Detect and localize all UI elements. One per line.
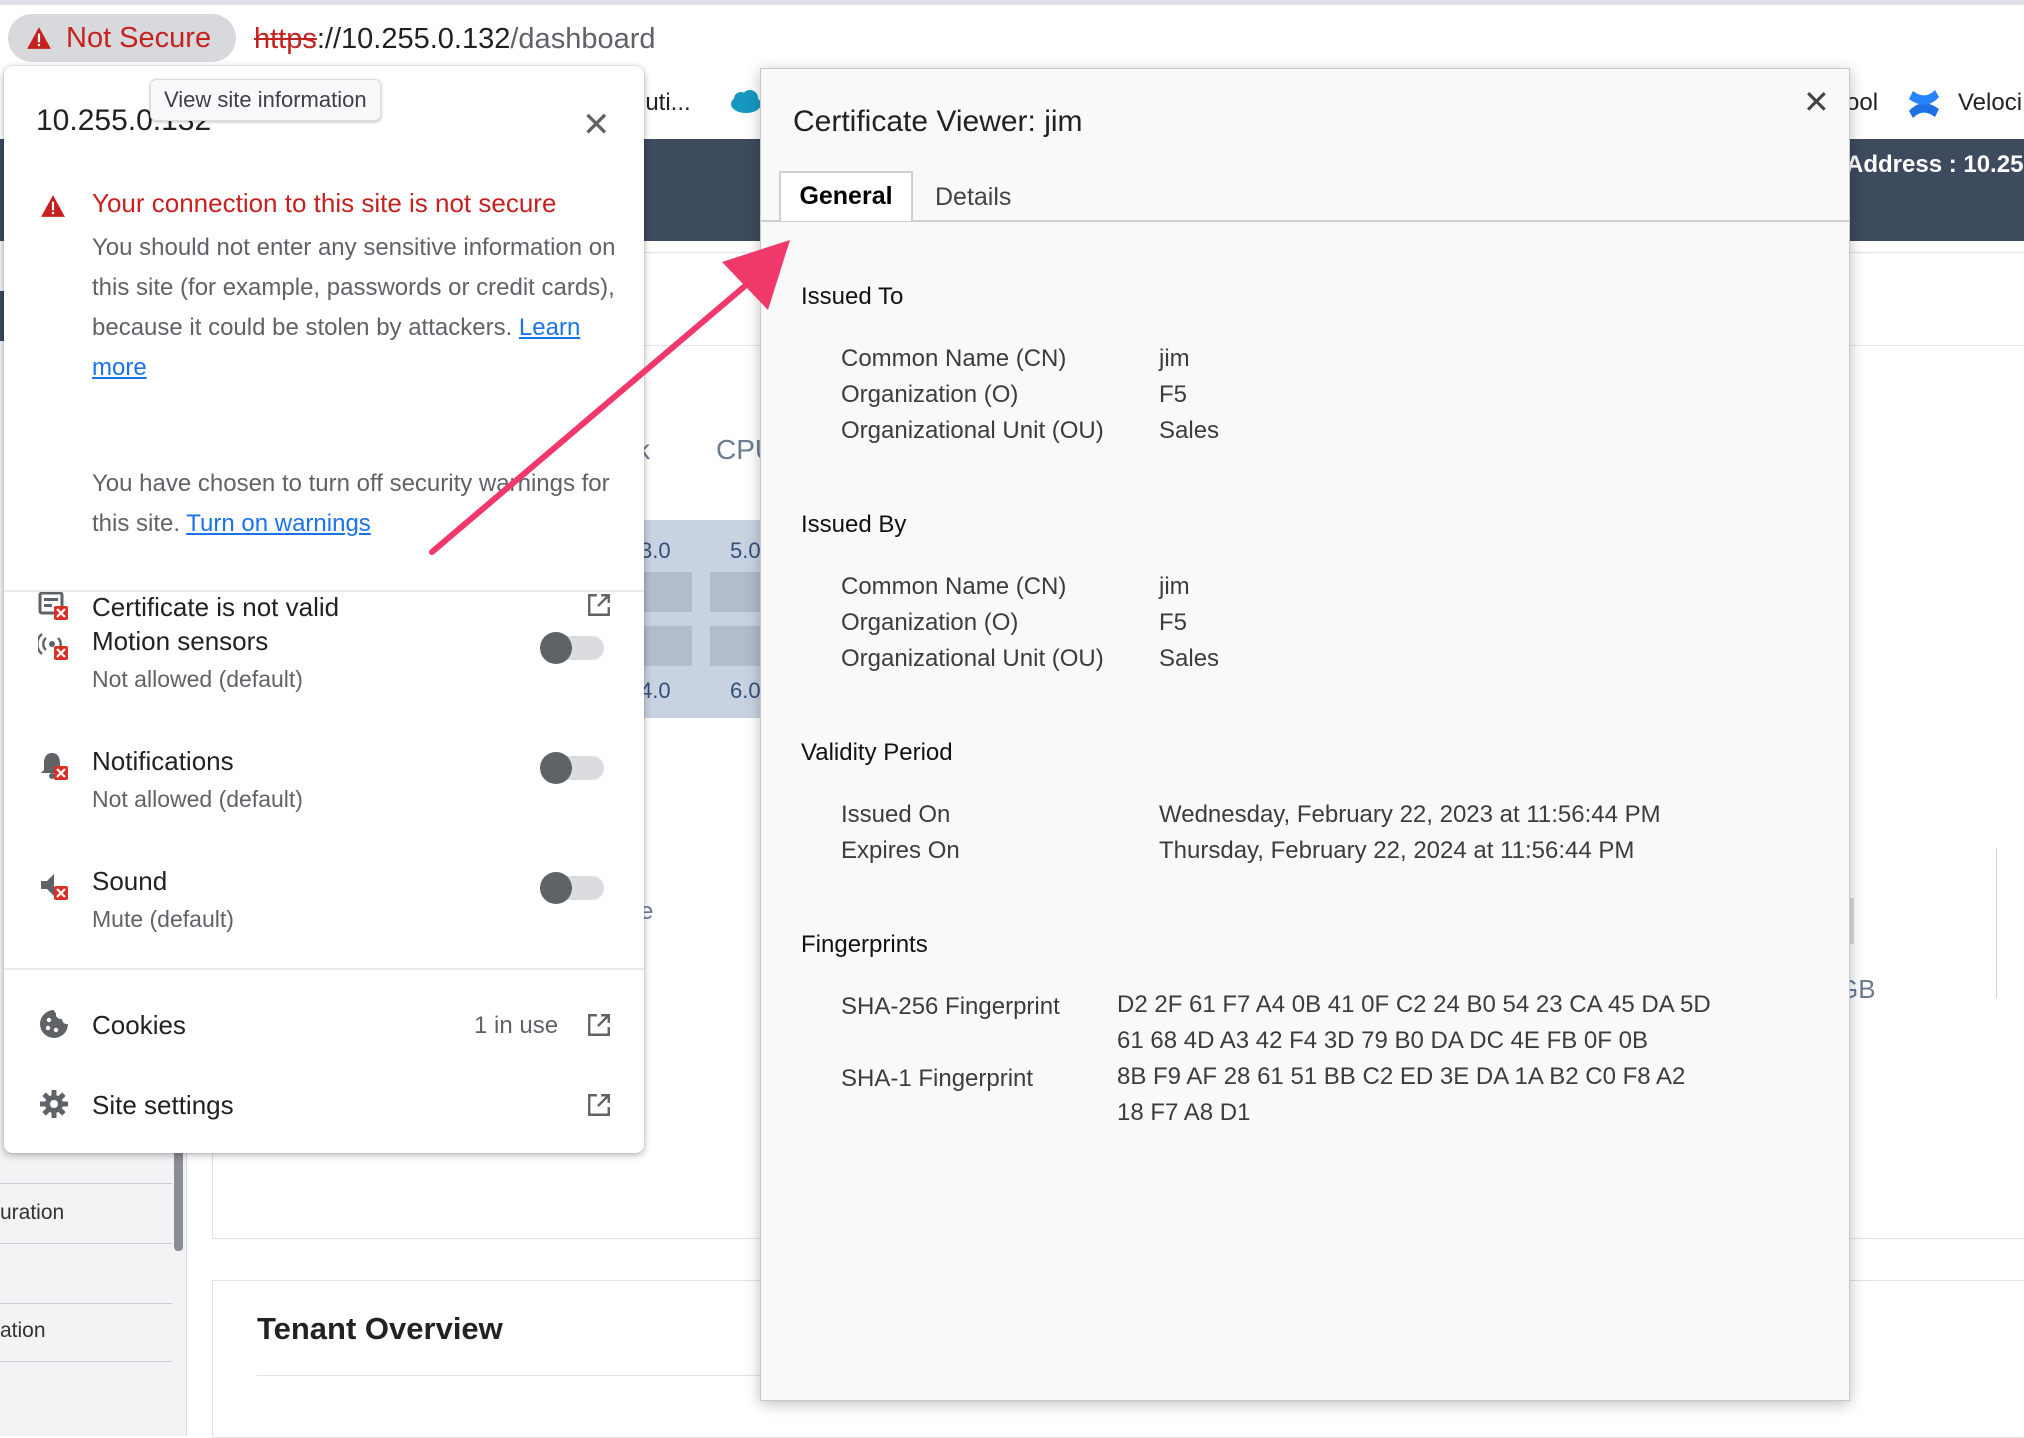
motion-sensors-toggle[interactable] — [540, 632, 604, 664]
heatmap-value: 4.0 — [640, 678, 671, 703]
field-key: Organization (O) — [841, 381, 1019, 408]
motion-sensors-label: Motion sensors — [92, 626, 269, 656]
field-key: Common Name (CN) — [841, 573, 1067, 600]
sound-muted-icon — [41, 874, 68, 900]
header-address: Address : 10.255 — [1846, 151, 2024, 178]
field-value: F5 — [1159, 609, 1188, 636]
field-value: jim — [1159, 345, 1190, 372]
confluence-icon[interactable] — [1906, 87, 1942, 121]
field-key: Expires On — [841, 837, 960, 864]
close-site-info-button[interactable]: ✕ — [582, 108, 611, 142]
validity-heading: Validity Period — [801, 739, 953, 766]
heatmap-cell — [710, 626, 760, 666]
not-secure-label: Not Secure — [66, 21, 212, 54]
site-info-popup: 10.255.0.132 ✕ Your connection to this s… — [4, 66, 644, 1153]
heatmap-value: 6.0 — [730, 678, 761, 703]
sound-status: Mute (default) — [92, 906, 234, 932]
fingerprints-heading: Fingerprints — [801, 931, 928, 958]
issued-to-heading: Issued To — [801, 283, 904, 310]
section-divider — [4, 590, 644, 592]
bookmark-item[interactable]: luti... — [640, 89, 691, 117]
field-key: SHA-256 Fingerprint — [841, 993, 1060, 1020]
site-settings-label: Site settings — [92, 1090, 234, 1120]
sidebar-scrollbar[interactable] — [174, 1141, 183, 1251]
bookmark-item[interactable]: ool — [1846, 89, 1878, 117]
motion-sensors-row: Motion sensors Not allowed (default) — [4, 618, 644, 718]
url-separator: :// — [316, 23, 342, 55]
url-scheme: https — [254, 23, 317, 55]
field-key: Common Name (CN) — [841, 345, 1067, 372]
notifications-toggle[interactable] — [540, 752, 604, 784]
heatmap-value: 5.0 — [730, 538, 761, 563]
tab-general[interactable]: General — [779, 171, 913, 221]
url-host: 10.255.0.132 — [341, 23, 511, 55]
field-key: Issued On — [841, 801, 951, 828]
field-value: F5 — [1159, 381, 1188, 408]
section-divider — [4, 968, 644, 970]
external-link-icon — [588, 1014, 610, 1036]
sidebar-divider — [0, 1243, 172, 1244]
panel-edge — [1996, 848, 1997, 998]
field-key: Organizational Unit (OU) — [841, 645, 1104, 672]
field-key: SHA-1 Fingerprint — [841, 1065, 1034, 1092]
external-link-icon — [588, 1094, 610, 1116]
sound-row: Sound Mute (default) — [4, 858, 644, 958]
tenant-overview-title: Tenant Overview — [257, 1311, 503, 1346]
turn-on-warnings-link[interactable]: Turn on warnings — [186, 510, 371, 537]
heatmap: 3.0 5.0 4.0 6.0 — [640, 520, 761, 718]
cookie-icon — [40, 1010, 68, 1038]
certificate-viewer-dialog: Certificate Viewer: jim ✕ General Detail… — [760, 68, 1850, 1401]
sound-toggle[interactable] — [540, 872, 604, 904]
sidebar-divider — [0, 1361, 172, 1362]
heatmap-value: 3.0 — [640, 538, 671, 563]
field-value: Sales — [1159, 417, 1220, 444]
connection-warning-title: Your connection to this site is not secu… — [92, 188, 557, 218]
sidebar-divider — [0, 1303, 172, 1304]
gear-icon — [40, 1090, 68, 1118]
certificate-viewer-title: Certificate Viewer: jim — [793, 105, 1083, 138]
field-value: Thursday, February 22, 2024 at 11:56:44 … — [1159, 837, 1635, 864]
notifications-label: Notifications — [92, 746, 234, 776]
bookmark-item[interactable]: Veloci — [1958, 89, 2022, 117]
connection-warning-text: You should not enter any sensitive infor… — [92, 228, 622, 388]
warning-icon — [41, 195, 65, 217]
warning-icon — [27, 27, 51, 49]
sidebar-divider — [0, 1183, 172, 1184]
sha256-fingerprint-value: D2 2F 61 F7 A4 0B 41 0F C2 24 B0 54 23 C… — [1117, 991, 1711, 1054]
sound-label: Sound — [92, 866, 168, 896]
field-key: Organizational Unit (OU) — [841, 417, 1104, 444]
external-link-icon — [588, 594, 610, 616]
issued-by-heading: Issued By — [801, 511, 907, 538]
heatmap-cell — [710, 572, 760, 612]
motion-sensors-icon — [38, 633, 68, 660]
field-value: jim — [1159, 573, 1190, 600]
notifications-row: Notifications Not allowed (default) — [4, 738, 644, 838]
close-certificate-viewer-button[interactable]: ✕ — [1803, 83, 1830, 121]
address-bar: Not Secure https://10.255.0.132/dashboar… — [0, 5, 2024, 71]
heatmap-cell — [640, 572, 692, 612]
sha1-fingerprint-value: 8B F9 AF 28 61 51 BB C2 ED 3E DA 1A B2 C… — [1117, 1063, 1686, 1126]
url-path: /dashboard — [510, 23, 656, 55]
notifications-icon — [41, 753, 68, 780]
site-security-chip[interactable]: Not Secure — [8, 14, 236, 62]
site-settings-row[interactable]: Site settings — [4, 1076, 644, 1136]
sidebar-item-configuration[interactable]: uration — [0, 1201, 64, 1225]
cookies-count: 1 in use — [474, 1012, 559, 1039]
notifications-status: Not allowed (default) — [92, 786, 303, 812]
field-value: Sales — [1159, 645, 1220, 672]
field-key: Organization (O) — [841, 609, 1019, 636]
motion-sensors-status: Not allowed (default) — [92, 666, 303, 692]
cookies-label: Cookies — [92, 1010, 186, 1040]
sidebar-item-administration[interactable]: ation — [0, 1319, 46, 1343]
field-value: Wednesday, February 22, 2023 at 11:56:44… — [1159, 801, 1661, 828]
warnings-off-text: You have chosen to turn off security war… — [92, 464, 622, 544]
url-text[interactable]: https://10.255.0.132/dashboard — [254, 23, 656, 56]
tab-strip-line — [761, 220, 1849, 222]
cloud-icon[interactable] — [728, 89, 764, 115]
tab-details[interactable]: Details — [935, 183, 1011, 212]
site-info-tooltip: View site information — [150, 79, 381, 121]
heatmap-cell — [640, 626, 692, 666]
cookies-row[interactable]: Cookies 1 in use — [4, 996, 644, 1056]
